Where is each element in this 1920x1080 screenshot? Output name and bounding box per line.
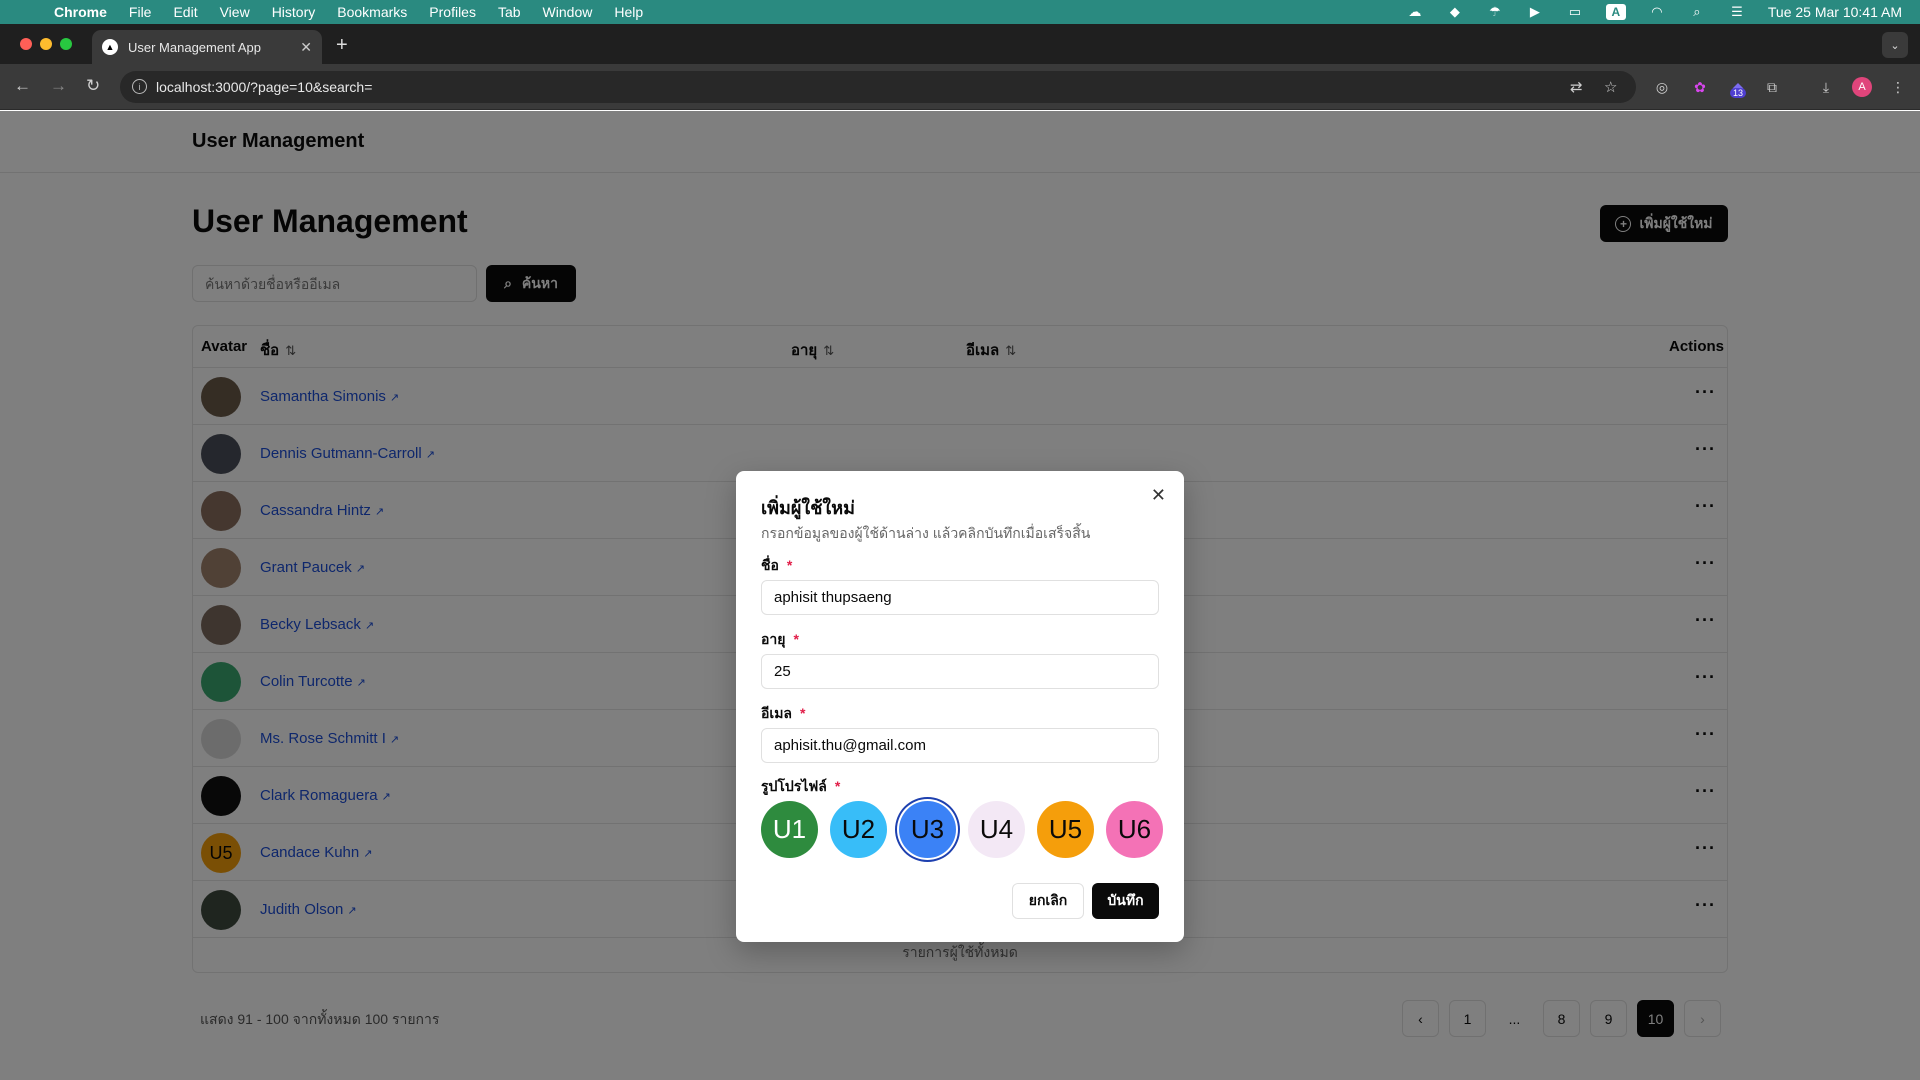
menu-profiles[interactable]: Profiles — [429, 4, 476, 20]
close-window-button[interactable] — [20, 38, 32, 50]
back-arrow-icon[interactable]: ← — [14, 76, 31, 96]
spotlight-search-icon[interactable]: ⌕ — [1688, 4, 1706, 19]
wifi-icon[interactable]: ◠ — [1648, 4, 1666, 19]
required-mark: * — [786, 557, 793, 573]
required-mark: * — [793, 631, 799, 647]
zoom-window-button[interactable] — [60, 38, 72, 50]
browser-toolbar: ← → ↻ i localhost:3000/?page=10&search= … — [0, 64, 1920, 110]
cloud-icon[interactable]: ☁ — [1406, 4, 1424, 19]
tab-search-chevron-icon[interactable]: ⌄ — [1882, 32, 1908, 58]
dialog-description: กรอกข้อมูลของผู้ใช้ด้านล่าง แล้วคลิกบันท… — [761, 525, 1091, 541]
bookmark-star-icon[interactable]: ☆ — [1604, 78, 1617, 96]
name-label-text: ชื่อ — [761, 557, 779, 573]
avatar-option-u2[interactable]: U2 — [830, 801, 887, 858]
menu-window[interactable]: Window — [543, 4, 593, 20]
reload-icon[interactable]: ↻ — [86, 76, 100, 96]
weather-icon[interactable]: ☂ — [1486, 4, 1504, 19]
menu-chrome[interactable]: Chrome — [54, 4, 107, 20]
new-tab-icon[interactable]: + — [336, 34, 348, 57]
menu-view[interactable]: View — [220, 4, 250, 20]
address-bar[interactable]: i localhost:3000/?page=10&search= ⇄ ☆ — [120, 71, 1636, 103]
profile-label: รูปโปรไฟล์ * — [761, 776, 840, 798]
chrome-menu-icon[interactable]: ⋮ — [1888, 77, 1908, 97]
avatar-option-u6[interactable]: U6 — [1106, 801, 1163, 858]
avatar-option-u5[interactable]: U5 — [1037, 801, 1094, 858]
age-label: อายุ * — [761, 629, 799, 651]
avatar-option-u4[interactable]: U4 — [968, 801, 1025, 858]
translate-icon[interactable]: ⇄ — [1570, 78, 1583, 96]
menu-tab[interactable]: Tab — [498, 4, 521, 20]
window-controls — [20, 38, 72, 50]
browser-tab[interactable]: ▲ User Management App ✕ — [92, 30, 322, 64]
save-button[interactable]: บันทึก — [1092, 883, 1159, 919]
download-icon[interactable]: ⤓ — [1816, 77, 1836, 97]
avatar-option-u3[interactable]: U3 — [899, 801, 956, 858]
tab-title: User Management App — [128, 39, 261, 55]
profile-label-text: รูปโปรไฟล์ — [761, 778, 827, 794]
extensions-puzzle-icon[interactable]: ⧉ — [1762, 77, 1782, 97]
menu-file[interactable]: File — [129, 4, 152, 20]
age-field[interactable] — [761, 654, 1159, 689]
name-label: ชื่อ * — [761, 555, 792, 577]
dialog-title: เพิ่มผู้ใช้ใหม่ — [761, 498, 855, 518]
profile-avatar[interactable]: A — [1852, 77, 1872, 97]
leaf-icon[interactable]: ◆ — [1446, 4, 1464, 19]
tab-favicon-icon: ▲ — [102, 39, 118, 55]
email-label: อีเมล * — [761, 703, 805, 725]
add-user-dialog: ✕ เพิ่มผู้ใช้ใหม่ กรอกข้อมูลของผู้ใช้ด้า… — [736, 471, 1184, 942]
email-field[interactable] — [761, 728, 1159, 763]
browser-tab-bar: ▲ User Management App ✕ + ⌄ — [0, 24, 1920, 64]
address-url: localhost:3000/?page=10&search= — [156, 79, 373, 95]
menu-help[interactable]: Help — [614, 4, 643, 20]
play-icon[interactable]: ▶ — [1526, 4, 1544, 19]
menu-bookmarks[interactable]: Bookmarks — [337, 4, 407, 20]
required-mark: * — [800, 705, 806, 721]
macos-menu-bar: Chrome File Edit View History Bookmarks … — [0, 0, 1920, 24]
required-mark: * — [834, 778, 841, 794]
extension-circle-icon[interactable]: ◎ — [1652, 77, 1672, 97]
input-source-icon[interactable]: A — [1605, 4, 1626, 20]
minimize-window-button[interactable] — [40, 38, 52, 50]
extension-gear-icon[interactable]: ✿ — [1690, 77, 1710, 97]
tab-close-icon[interactable]: ✕ — [300, 39, 312, 56]
age-label-text: อายุ — [761, 631, 786, 647]
forward-arrow-icon[interactable]: → — [50, 76, 67, 96]
web-page: User Management User Management + เพิ่มผ… — [0, 111, 1920, 1080]
control-center-icon[interactable]: ☰ — [1728, 4, 1746, 19]
site-info-icon[interactable]: i — [132, 79, 147, 94]
name-field[interactable] — [761, 580, 1159, 615]
menu-edit[interactable]: Edit — [173, 4, 197, 20]
close-icon[interactable]: ✕ — [1151, 485, 1166, 506]
menu-history[interactable]: History — [272, 4, 316, 20]
battery-icon[interactable]: ▭ — [1566, 4, 1584, 19]
menubar-datetime[interactable]: Tue 25 Mar 10:41 AM — [1768, 4, 1902, 20]
email-label-text: อีเมล — [761, 705, 793, 721]
avatar-option-u1[interactable]: U1 — [761, 801, 818, 858]
avatar-picker: U1 U2 U3 U4 U5 U6 — [761, 801, 1163, 858]
extension-badge: 13 — [1730, 88, 1747, 98]
cancel-button[interactable]: ยกเลิก — [1012, 883, 1084, 919]
